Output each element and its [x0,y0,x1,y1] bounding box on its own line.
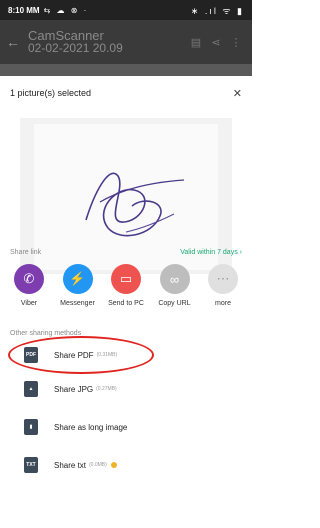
valid-duration-text: Valid within 7 days [180,248,238,256]
overflow-menu-icon[interactable]: ⋮ [226,36,246,49]
link-icon: ∞ [159,264,190,294]
back-arrow-icon[interactable]: ← [6,34,28,50]
sheet-header: 1 picture(s) selected ✕ [0,76,252,110]
status-time: 8:10 MM [8,5,40,15]
share-link-label: Share link [10,248,42,256]
share-txt-option[interactable]: TXT Share txt (0.0MB) [0,450,252,480]
messenger-icon: ⚡ [62,264,93,294]
txt-file-icon: TXT [24,457,38,473]
share-app-copy-url[interactable]: ∞ Copy URL [152,264,198,320]
notification-icons: ⇆ ☁ ⊗ · [43,5,89,15]
status-bar: 8:10 MM ⇆ ☁ ⊗ · ∗ .ıl ᯤ ▮ [0,0,252,20]
image-file-icon: ▲ [24,381,38,397]
selection-count: 1 picture(s) selected [10,88,92,98]
send-to-pc-icon: ▭ [111,264,141,294]
option-label: Share txt [54,460,87,470]
share-jpg-option[interactable]: ▲ Share JPG (0.27MB) [0,374,252,404]
share-app-label: more [215,300,231,307]
viber-icon: ✆ [14,264,44,294]
share-app-send-to-pc[interactable]: ▭ Send to PC [103,264,149,320]
more-icon: ⋯ [208,264,238,294]
share-sheet: 1 picture(s) selected ✕ Share link Valid… [0,76,252,528]
share-apps-row: ✆ Viber ⚡ Messenger ▭ Send to PC ∞ Copy … [0,264,252,320]
share-icon[interactable]: ⋖ [206,36,226,49]
option-size: (0.27MB) [96,386,117,392]
premium-badge-icon [110,462,117,468]
share-long-image-option[interactable]: ▮ Share as long image [0,412,252,442]
system-icons: ∗ .ıl ᯤ ▮ [190,5,244,16]
share-app-label: Messenger [60,300,95,307]
share-app-label: Copy URL [158,300,191,307]
valid-duration-link[interactable]: Valid within 7 days › [180,249,242,256]
chevron-right-icon: › [239,248,242,256]
option-label: Share as long image [54,422,128,432]
document-title-block: CamScanner 02-02-2021 20.09 [28,29,186,55]
option-label: Share JPG [54,384,94,394]
share-app-label: Viber [20,300,38,307]
share-app-messenger[interactable]: ⚡ Messenger [55,264,101,320]
highlight-circle [8,336,154,374]
share-app-viber[interactable]: ✆ Viber [6,264,52,320]
option-size: (0.0MB) [89,462,107,468]
share-link-row: Share link Valid within 7 days › [0,244,252,260]
app-bar: ← CamScanner 02-02-2021 20.09 ▤ ⋖ ⋮ [0,20,252,64]
document-date: 02-02-2021 20.09 [28,41,123,55]
close-icon[interactable]: ✕ [233,87,242,100]
long-image-icon: ▮ [24,419,38,435]
pdf-icon[interactable]: ▤ [186,36,206,49]
scrim [0,64,252,76]
share-app-label: Send to PC [108,300,144,307]
share-app-more[interactable]: ⋯ more [200,264,246,320]
